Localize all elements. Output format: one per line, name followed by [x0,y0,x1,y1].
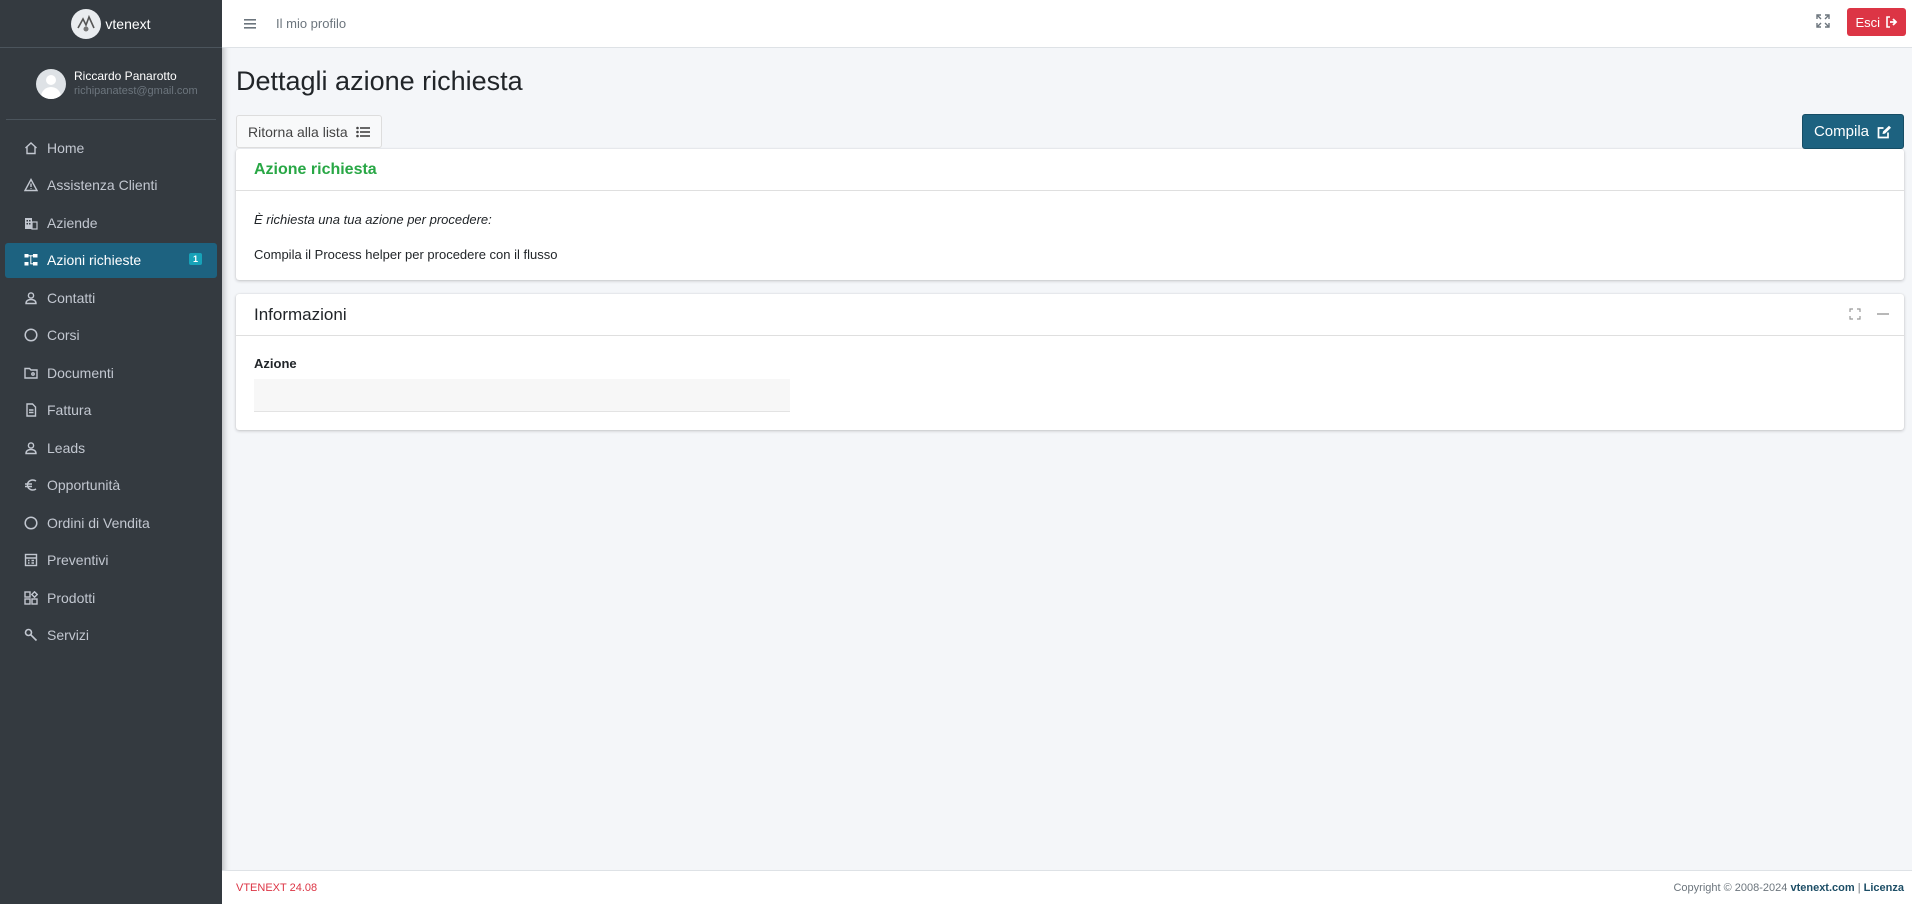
sidebar-item-label: Prodotti [47,589,96,606]
sidebar-item-aziende[interactable]: Aziende [5,205,217,240]
building-icon [23,215,39,231]
footer: VTENEXT 24.08 Copyright © 2008-2024 vten… [222,870,1912,904]
azione-richiesta-title: Azione richiesta [254,160,377,178]
sidebar-item-corsi[interactable]: Corsi [5,318,217,353]
home-icon [23,140,39,156]
card-tools [1848,307,1890,321]
file-icon [23,402,39,418]
sidebar-item-label: Servizi [47,627,90,643]
list-icon [355,126,370,137]
sidebar-item-label: Aziende [47,214,98,231]
back-to-list-label: Ritorna alla lista [248,123,348,140]
sidebar-item-label: Assistenza Clienti [47,177,158,193]
sidebar-item-label: Home [47,139,85,156]
sidebar: vtenext Riccardo Panarotto richipanatest… [0,0,222,904]
card-body: Azione [236,336,1904,430]
sidebar-item-label: Contatti [47,289,96,306]
fullscreen-icon[interactable] [1816,14,1832,30]
circle-icon [23,515,39,531]
logout-button[interactable]: Esci [1847,8,1906,36]
footer-separator: | [1857,881,1861,894]
sidebar-item-opportunit[interactable]: Opportunità [5,468,217,503]
brand-link[interactable]: vtenext [0,0,222,48]
instruction-text: È richiesta una tua azione per procedere… [254,212,492,227]
person-icon [23,290,39,306]
sidebar-item-label: Preventivi [47,552,109,568]
sidebar-item-label: Opportunità [47,477,121,493]
sidebar-item-ordini-di-vendita[interactable]: Ordini di Vendita [5,505,217,540]
compila-button[interactable]: Compila [1801,114,1904,149]
widgets-icon [23,590,39,606]
circle-icon [23,327,39,343]
sidebar-item-label: Leads [47,439,86,456]
sidebar-item-prodotti[interactable]: Prodotti [5,580,217,615]
compila-label: Compila [1813,123,1869,140]
sitemap-icon [23,252,39,268]
site-link[interactable]: vtenext.com [1790,882,1854,894]
avatar [36,68,66,99]
sidebar-item-label: Ordini di Vendita [47,514,150,531]
back-to-list-button[interactable]: Ritorna alla lista [236,115,382,148]
card-header: Azione richiesta [236,149,1904,191]
hamburger-menu-icon[interactable] [242,16,258,32]
euro-icon [23,477,39,493]
informazioni-title: Informazioni [254,304,347,324]
notification-badge: 1 [188,252,202,265]
azione-field-label: Azione [254,356,297,371]
warning-icon [23,177,39,193]
wrench-icon [23,627,39,643]
maximize-icon[interactable] [1848,307,1862,321]
sidebar-item-preventivi[interactable]: Preventivi [5,543,217,578]
user-name: Riccardo Panarotto [74,69,177,83]
sidebar-item-label: Fattura [47,402,92,418]
sidebar-item-assistenza-clienti[interactable]: Assistenza Clienti [5,168,217,203]
action-bar: Ritorna alla lista Compila [236,113,1904,149]
sidebar-item-documenti[interactable]: Documenti [5,355,217,390]
sidebar-item-servizi[interactable]: Servizi [5,618,217,653]
process-message: Compila il Process helper per procedere … [254,247,558,262]
license-link[interactable]: Licenza [1864,882,1904,894]
sidebar-item-contatti[interactable]: Contatti [5,280,217,315]
sidebar-item-azioni-richieste[interactable]: Azioni richieste 1 [5,242,217,278]
user-email: richipanatest@gmail.com [74,85,198,97]
sidebar-item-label: Corsi [47,327,80,343]
person-icon [23,440,39,456]
informazioni-card: Informazioni Azione [236,294,1904,430]
azione-richiesta-card: Azione richiesta È richiesta una tua azi… [236,149,1904,280]
calculator-icon [23,552,39,568]
sidebar-item-fattura[interactable]: Fattura [5,393,217,428]
azione-field-value [254,379,790,412]
collapse-icon[interactable] [1876,307,1890,321]
sidebar-nav: Home Assistenza Clienti Aziende Azioni rich… [0,120,222,653]
main-content: Dettagli azione richiesta Ritorna alla l… [236,48,1904,444]
footer-copyright: Copyright © 2008-2024 vtenext.com | Lice… [1673,882,1904,894]
user-panel[interactable]: Riccardo Panarotto richipanatest@gmail.c… [6,48,216,120]
copyright-text: Copyright © 2008-2024 [1673,881,1788,894]
version-label: VTENEXT 24.08 [236,881,318,894]
brand-logo-icon [71,8,102,39]
sidebar-item-leads[interactable]: Leads [5,430,217,465]
logout-label: Esci [1855,14,1880,30]
sidebar-item-label: Azioni richieste [47,252,142,268]
sidebar-item-home[interactable]: Home [5,130,217,165]
sign-out-icon [1886,16,1898,28]
card-header: Informazioni [236,294,1904,336]
topbar: Il mio profilo Esci [222,0,1912,48]
sidebar-item-label: Documenti [47,364,114,381]
brand-name: vtenext [105,15,151,32]
edit-icon [1877,125,1891,138]
page-title: Dettagli azione richiesta [236,66,523,96]
my-profile-link[interactable]: Il mio profilo [276,16,346,31]
folder-icon [23,365,39,381]
card-body: È richiesta una tua azione per procedere… [236,191,1904,280]
